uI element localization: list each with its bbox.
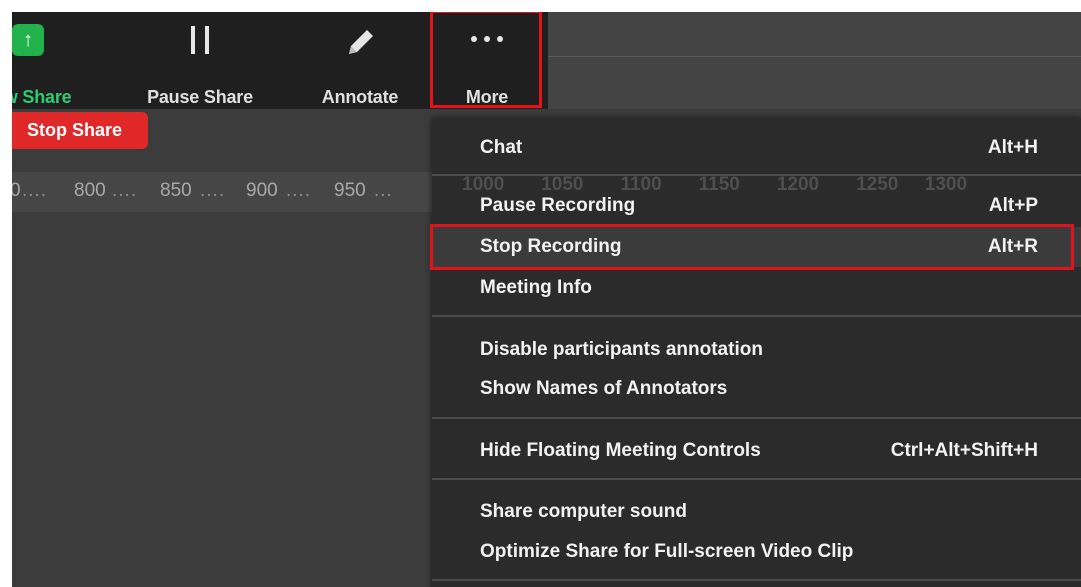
annotate-button[interactable]: Annotate xyxy=(305,22,415,108)
annotate-label: Annotate xyxy=(321,87,399,107)
ruler-ticks: ... xyxy=(374,180,393,201)
ruler-label: 850 xyxy=(160,180,192,201)
ruler-label: 0 xyxy=(12,180,21,201)
menu-separator xyxy=(432,315,1081,317)
menu-item-label: Chat xyxy=(480,137,523,158)
new-share-button[interactable]: ↑ ew Share xyxy=(12,22,104,108)
upload-arrow-icon: ↑ xyxy=(12,24,44,56)
pencil-icon xyxy=(349,30,373,54)
toolbar-divider xyxy=(548,56,1081,57)
stop-recording-highlight-box xyxy=(430,224,1074,270)
ruler-label: 900 xyxy=(246,180,278,201)
menu-item-label: Share computer sound xyxy=(480,501,687,522)
menu-item-label: Hide Floating Meeting Controls xyxy=(480,440,761,461)
stop-share-label: Stop Share xyxy=(27,120,123,140)
menu-item-meeting-info[interactable]: Meeting Info xyxy=(432,268,1081,308)
pause-share-button[interactable]: Pause Share xyxy=(130,22,270,108)
zoom-share-window: ↑ ew Share Pause Share Annotate More xyxy=(12,12,1081,587)
menu-item-optimize-video[interactable]: Optimize Share for Full-screen Video Cli… xyxy=(432,532,1081,572)
ruler-label: 950 xyxy=(334,180,366,201)
menu-item-share-sound[interactable]: Share computer sound xyxy=(432,492,1081,532)
toolbar-extension xyxy=(548,12,1081,109)
menu-separator xyxy=(432,478,1081,480)
pause-icon xyxy=(191,26,209,54)
ruler-ticks: .... xyxy=(112,180,138,201)
menu-item-show-names[interactable]: Show Names of Annotators xyxy=(432,369,1081,409)
more-highlight-box xyxy=(430,12,542,108)
ruler-ticks: .... xyxy=(200,180,226,201)
menu-item-label: Optimize Share for Full-screen Video Cli… xyxy=(480,541,854,562)
menu-item-disable-annotation[interactable]: Disable participants annotation xyxy=(432,330,1081,370)
menu-item-label: Pause Recording xyxy=(480,195,636,216)
menu-item-shortcut: Ctrl+Alt+Shift+H xyxy=(890,440,1038,461)
menu-item-pause-recording[interactable]: Pause Recording Alt+P xyxy=(432,186,1081,226)
ruler-label: 800 xyxy=(74,180,106,201)
pause-share-label: Pause Share xyxy=(147,87,253,107)
menu-item-shortcut: Alt+H xyxy=(987,137,1038,158)
more-menu: 1000 1050 1100 1150 1200 1250 1300 Chat … xyxy=(430,118,1081,587)
menu-item-label: Disable participants annotation xyxy=(480,339,763,360)
ruler-ticks: .... xyxy=(22,180,48,201)
share-toolbar: ↑ ew Share Pause Share Annotate More xyxy=(12,12,548,109)
menu-item-label: Meeting Info xyxy=(480,277,592,298)
menu-separator xyxy=(432,174,1081,176)
menu-item-shortcut: Alt+P xyxy=(988,195,1038,216)
menu-separator xyxy=(432,579,1081,581)
ruler-ticks: .... xyxy=(286,180,312,201)
menu-item-chat[interactable]: Chat Alt+H xyxy=(432,128,1081,168)
new-share-label: ew Share xyxy=(12,87,72,107)
menu-item-label: Show Names of Annotators xyxy=(480,378,728,399)
stop-share-button[interactable]: Stop Share xyxy=(12,112,148,149)
menu-item-hide-controls[interactable]: Hide Floating Meeting Controls Ctrl+Alt+… xyxy=(432,431,1081,471)
menu-separator xyxy=(432,417,1081,419)
